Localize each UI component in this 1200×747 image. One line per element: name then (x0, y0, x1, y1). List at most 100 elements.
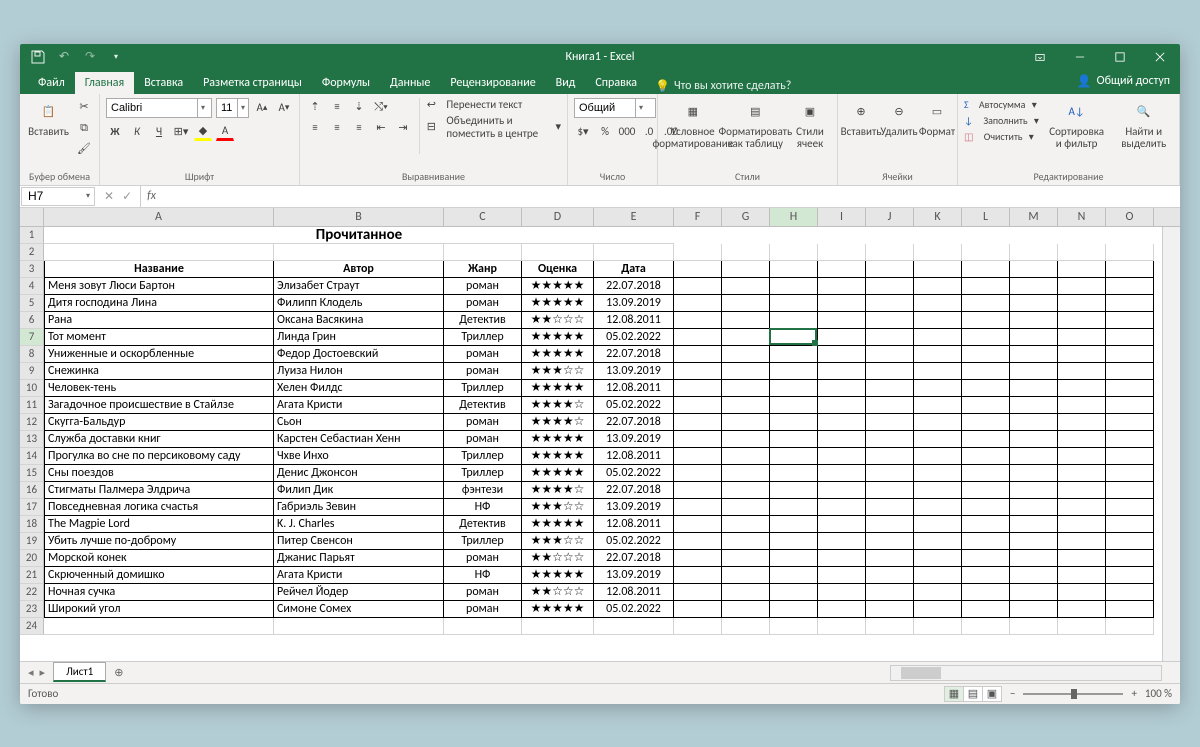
cell[interactable] (866, 567, 914, 584)
cell[interactable]: 05.02.2022 (594, 329, 674, 346)
cell[interactable] (770, 227, 818, 244)
find-select-button[interactable]: 🔍Найти и выделить (1114, 98, 1173, 152)
underline-button[interactable]: Ч (150, 123, 168, 141)
cell[interactable] (962, 346, 1010, 363)
cell[interactable] (1010, 567, 1058, 584)
cell[interactable] (818, 329, 866, 346)
cell[interactable] (914, 244, 962, 261)
sort-filter-button[interactable]: A↓Сортировка и фильтр (1043, 98, 1111, 152)
cell[interactable] (1106, 601, 1154, 618)
cell[interactable] (866, 363, 914, 380)
cell[interactable] (274, 618, 444, 635)
cell[interactable]: Стигматы Палмера Элдрича (44, 482, 274, 499)
cell[interactable]: Загадочное происшествие в Стайлзе (44, 397, 274, 414)
cell[interactable]: K. J. Charles (274, 516, 444, 533)
cell[interactable]: Дата (594, 261, 674, 278)
cell[interactable]: Снежинка (44, 363, 274, 380)
cell[interactable]: Название (44, 261, 274, 278)
cell[interactable] (770, 550, 818, 567)
cell[interactable] (914, 431, 962, 448)
zoom-in-button[interactable]: + (1131, 687, 1136, 700)
cell[interactable]: ★★★☆☆ (522, 363, 594, 380)
row-header-12[interactable]: 12 (20, 414, 44, 431)
cell[interactable]: 05.02.2022 (594, 533, 674, 550)
cell[interactable]: Триллер (444, 533, 522, 550)
normal-view-icon[interactable]: ▦ (944, 686, 964, 702)
cell[interactable] (866, 533, 914, 550)
cell[interactable] (962, 601, 1010, 618)
cell[interactable] (866, 312, 914, 329)
cell[interactable] (1106, 346, 1154, 363)
cell[interactable] (1058, 516, 1106, 533)
cell[interactable]: Детектив (444, 516, 522, 533)
fill-color-icon[interactable]: ◆ (194, 123, 212, 141)
cell[interactable] (444, 618, 522, 635)
cell[interactable] (722, 550, 770, 567)
cell[interactable] (962, 448, 1010, 465)
col-header-N[interactable]: N (1058, 208, 1106, 226)
cell[interactable]: НФ (444, 567, 522, 584)
cell[interactable]: 13.09.2019 (594, 363, 674, 380)
cell[interactable] (1106, 244, 1154, 261)
cell[interactable] (818, 584, 866, 601)
cell[interactable] (722, 482, 770, 499)
tab-formulas[interactable]: Формулы (312, 72, 380, 94)
page-layout-icon[interactable]: ▤ (963, 686, 983, 702)
row-header-19[interactable]: 19 (20, 533, 44, 550)
cell[interactable] (1010, 550, 1058, 567)
cell[interactable] (1010, 618, 1058, 635)
align-middle-icon[interactable]: ≡ (328, 98, 346, 116)
zoom-level[interactable]: 100 % (1145, 687, 1172, 700)
col-header-O[interactable]: O (1106, 208, 1154, 226)
insert-cells-button[interactable]: ⊕Вставить (844, 98, 878, 140)
cell[interactable]: Скрюченный домишко (44, 567, 274, 584)
cell[interactable] (770, 601, 818, 618)
cell[interactable]: The Magpie Lord (44, 516, 274, 533)
cell[interactable] (866, 278, 914, 295)
cell[interactable] (770, 312, 818, 329)
cell[interactable] (914, 465, 962, 482)
fill-button[interactable]: ↓ Заполнить ▾ (964, 114, 1039, 127)
cell[interactable] (914, 567, 962, 584)
cell[interactable] (594, 244, 674, 261)
select-all-corner[interactable] (20, 208, 44, 226)
cell[interactable]: ★★★★★ (522, 516, 594, 533)
cell[interactable] (674, 261, 722, 278)
cell[interactable]: Служба доставки книг (44, 431, 274, 448)
row-header-15[interactable]: 15 (20, 465, 44, 482)
row-header-23[interactable]: 23 (20, 601, 44, 618)
cell[interactable]: Униженные и оскорбленные (44, 346, 274, 363)
cell[interactable] (722, 278, 770, 295)
cell[interactable] (722, 567, 770, 584)
chevron-down-icon[interactable]: ▾ (82, 191, 94, 201)
cell[interactable]: ★★★★★ (522, 278, 594, 295)
cell[interactable] (962, 261, 1010, 278)
row-header-6[interactable]: 6 (20, 312, 44, 329)
cell[interactable] (1058, 329, 1106, 346)
cell[interactable] (674, 329, 722, 346)
cell[interactable]: ★★☆☆☆ (522, 312, 594, 329)
cell[interactable] (1106, 516, 1154, 533)
cell[interactable] (1058, 431, 1106, 448)
cell[interactable] (818, 346, 866, 363)
cell[interactable] (1106, 533, 1154, 550)
clear-button[interactable]: ◫ Очистить ▾ (964, 130, 1039, 143)
cell[interactable] (1106, 329, 1154, 346)
cell[interactable] (866, 618, 914, 635)
qat-dropdown-icon[interactable]: ▾ (108, 49, 124, 65)
cell[interactable] (1058, 363, 1106, 380)
cell[interactable] (674, 414, 722, 431)
cell[interactable] (1106, 584, 1154, 601)
cell[interactable] (594, 618, 674, 635)
tab-review[interactable]: Рецензирование (440, 72, 545, 94)
cell[interactable] (962, 431, 1010, 448)
cell[interactable]: Филип Дик (274, 482, 444, 499)
cell[interactable] (866, 465, 914, 482)
cell[interactable]: ★★★★☆ (522, 482, 594, 499)
format-painter-icon[interactable]: 🖌 (75, 140, 93, 158)
cell[interactable] (1058, 482, 1106, 499)
cell[interactable] (962, 380, 1010, 397)
number-format-input[interactable] (575, 102, 635, 114)
paste-button[interactable]: 📋 Вставить (26, 98, 71, 140)
cell[interactable] (818, 312, 866, 329)
